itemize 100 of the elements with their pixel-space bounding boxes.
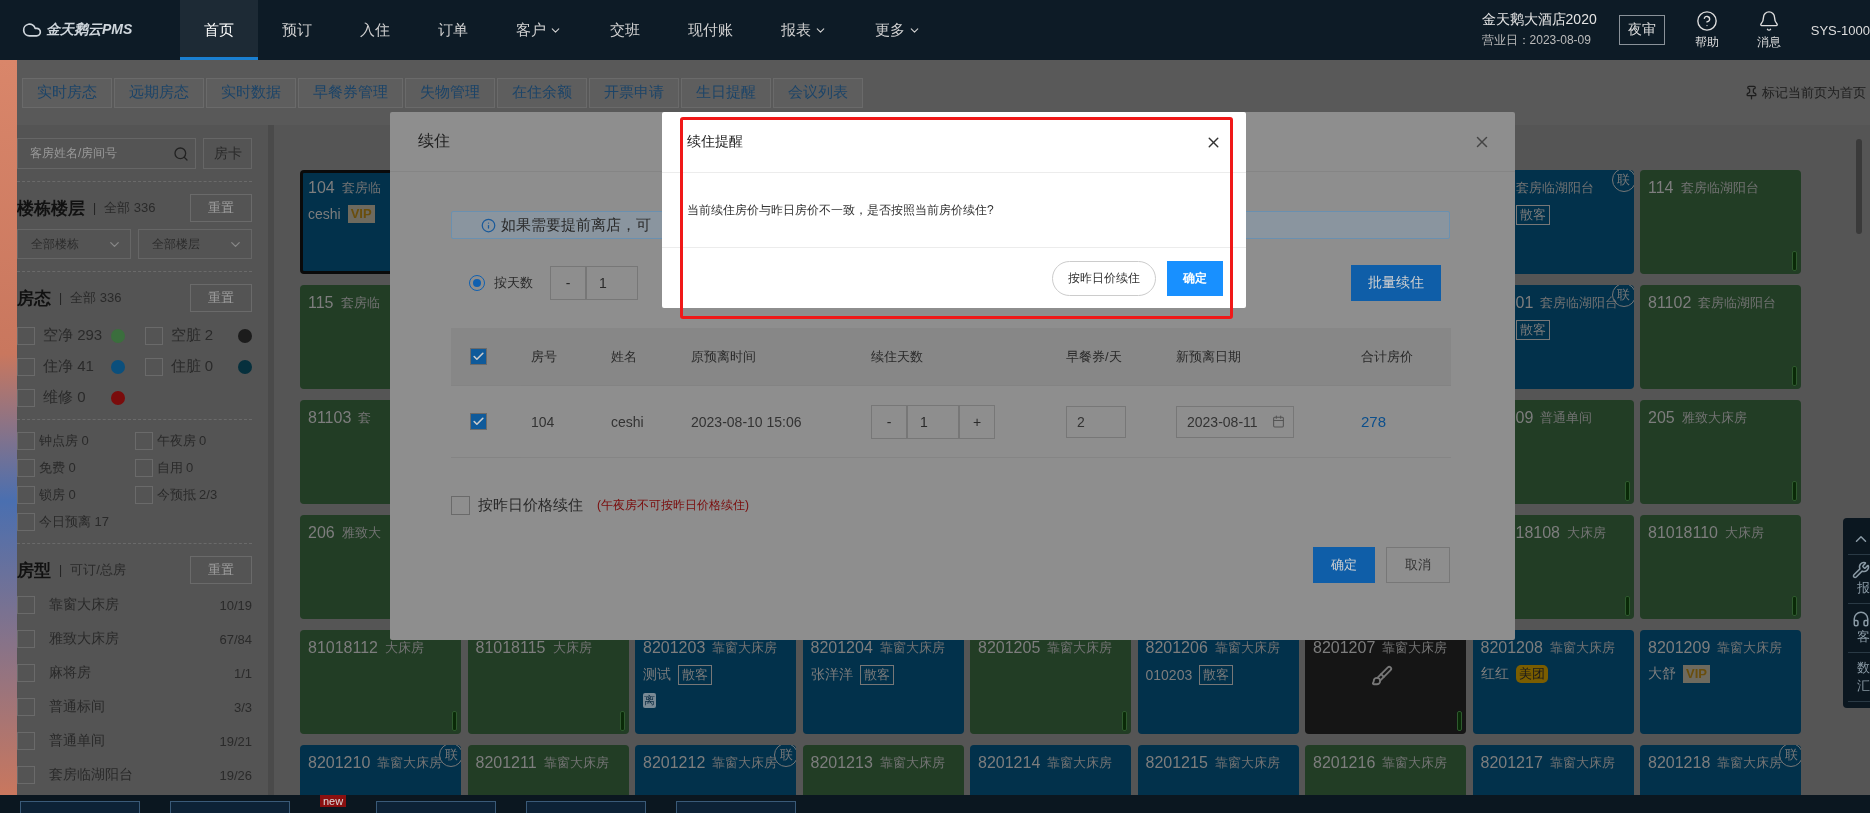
minus-button[interactable]: -: [550, 266, 586, 300]
room-number: 8201206: [1145, 639, 1208, 657]
checkbox[interactable]: [17, 513, 35, 531]
checkmark-icon: [472, 415, 485, 428]
side-tool[interactable]: 客: [1848, 604, 1870, 653]
batch-extend-button[interactable]: 批量续住: [1351, 265, 1441, 301]
room-type: 套房临湖阳台: [1515, 179, 1594, 197]
bottom-tab[interactable]: [376, 801, 497, 813]
room-type: 靠窗大床房: [1047, 639, 1113, 657]
breakfast-field[interactable]: 2: [1066, 405, 1126, 438]
search-icon: [173, 145, 189, 162]
nav-item[interactable]: 首页: [180, 0, 258, 60]
dialog-button[interactable]: 确定: [1313, 547, 1375, 583]
bottom-tab[interactable]: [526, 801, 647, 813]
search-field[interactable]: 客房姓名/房间号: [17, 138, 196, 169]
room-tile[interactable]: 114 套房临湖阳台: [1640, 170, 1801, 274]
room-tile[interactable]: 8201213 靠窗大床房: [802, 745, 964, 795]
column-header: 原预离时间: [681, 328, 861, 386]
dialog-button[interactable]: 取消: [1386, 547, 1450, 583]
date-field[interactable]: 2023-08-11: [1176, 405, 1294, 438]
room-tile[interactable]: 205 雅致大床房: [1640, 400, 1801, 504]
guest-name: 大舒: [1648, 665, 1676, 683]
night-audit-button[interactable]: 夜审: [1618, 15, 1665, 45]
room-tile[interactable]: 81018112 大床房: [300, 630, 461, 734]
nav-item[interactable]: 客户: [492, 0, 586, 60]
room-type: 靠窗大床房: [1214, 754, 1280, 772]
nav-item[interactable]: 订单: [414, 0, 492, 60]
checkbox[interactable]: [17, 459, 35, 477]
room-tile[interactable]: 8201214 靠窗大床房: [970, 745, 1131, 795]
dialog-button[interactable]: 确定: [1167, 260, 1223, 296]
room-type: 靠窗大床房: [1717, 639, 1783, 657]
checkbox[interactable]: [17, 664, 35, 682]
room-tile[interactable]: 8201209 靠窗大床房 大舒 VIP: [1640, 630, 1801, 734]
help-icon: [1695, 9, 1718, 32]
room-tile[interactable]: 8201218 靠窗大床房 联: [1640, 745, 1801, 795]
nav-item[interactable]: 现付账: [664, 0, 757, 60]
room-number: 8201217: [1480, 754, 1543, 772]
room-tile[interactable]: 8201211 靠窗大床房: [467, 745, 629, 795]
checkbox[interactable]: [470, 413, 487, 430]
checkbox[interactable]: [17, 388, 35, 407]
room-tile[interactable]: 8201208 靠窗大床房 红红 美团: [1472, 630, 1634, 734]
bottom-tab[interactable]: [676, 801, 797, 813]
nav-item[interactable]: 报表: [757, 0, 851, 60]
checkbox[interactable]: [470, 348, 487, 365]
bell-button[interactable]: 消息: [1748, 9, 1789, 51]
room-tile[interactable]: 8201212 靠窗大床房 联: [635, 745, 796, 795]
nav-item[interactable]: 更多: [851, 0, 945, 60]
room-tile[interactable]: 8201216 靠窗大床房: [1305, 745, 1466, 795]
days-field[interactable]: 1: [907, 404, 959, 439]
help-button[interactable]: 帮助: [1686, 9, 1727, 51]
checkbox[interactable]: [17, 630, 35, 648]
room-number: 81018110: [1648, 524, 1718, 542]
checkbox[interactable]: [17, 486, 35, 504]
status-indicator: [1792, 366, 1797, 386]
checkbox[interactable]: [17, 596, 35, 614]
room-tile[interactable]: 8201215 靠窗大床房: [1137, 745, 1299, 795]
user-name[interactable]: SYS-1000: [1810, 22, 1870, 38]
guest-name: 红红: [1480, 665, 1509, 683]
room-tile[interactable]: 8201210 靠窗大床房 联: [300, 745, 461, 795]
room-tile[interactable]: 81102 套房临湖阳台: [1640, 285, 1801, 389]
new-badge: new: [320, 795, 347, 807]
room-number: 8201213: [810, 754, 873, 772]
checkbox[interactable]: [17, 698, 35, 716]
nav-item[interactable]: 预订: [258, 0, 336, 60]
room-tile[interactable]: 81018110 大床房: [1640, 515, 1801, 619]
side-tool[interactable]: 数 汇: [1848, 653, 1870, 702]
side-tool[interactable]: 报: [1848, 555, 1870, 604]
room-number: 8201204: [810, 639, 873, 657]
checkbox[interactable]: [17, 326, 35, 345]
checkbox[interactable]: [17, 732, 35, 750]
scrollbar[interactable]: [1856, 139, 1862, 234]
days-field[interactable]: 1: [586, 266, 638, 300]
minus-button[interactable]: -: [871, 404, 907, 439]
room-type: 雅致大床房: [1681, 409, 1747, 427]
dialog-button[interactable]: 按昨日价续住: [1052, 260, 1156, 296]
checkbox[interactable]: [17, 432, 35, 450]
checkbox[interactable]: [451, 496, 470, 515]
room-number: 114: [1648, 179, 1674, 197]
bottom-tab[interactable]: [170, 801, 290, 813]
guest-name: 测试: [643, 666, 671, 684]
plus-button[interactable]: +: [959, 404, 995, 439]
room-number: 8201216: [1313, 754, 1376, 772]
bottom-tab[interactable]: [20, 801, 140, 813]
total-price-link[interactable]: 278: [1361, 413, 1387, 430]
room-type: 靠窗大床房: [712, 639, 778, 657]
reset-button[interactable]: 重置: [190, 556, 252, 584]
room-tile[interactable]: 8201217 靠窗大床房: [1472, 745, 1634, 795]
separator-text: |: [59, 563, 63, 577]
room-type: 靠窗大床房: [879, 754, 945, 772]
nav-item[interactable]: 交班: [586, 0, 664, 60]
reset-button[interactable]: 重置: [190, 194, 252, 222]
reset-button[interactable]: 重置: [190, 284, 252, 312]
separator-text: |: [93, 201, 97, 215]
nav-item[interactable]: 入住: [336, 0, 414, 60]
room-number: 8201214: [978, 754, 1041, 772]
checkbox[interactable]: [17, 766, 35, 784]
checkbox[interactable]: [17, 357, 35, 376]
room-type: 靠窗大床房: [1214, 639, 1280, 657]
section-title: 楼栋楼层: [17, 197, 85, 220]
room-number: 8201215: [1145, 754, 1208, 772]
